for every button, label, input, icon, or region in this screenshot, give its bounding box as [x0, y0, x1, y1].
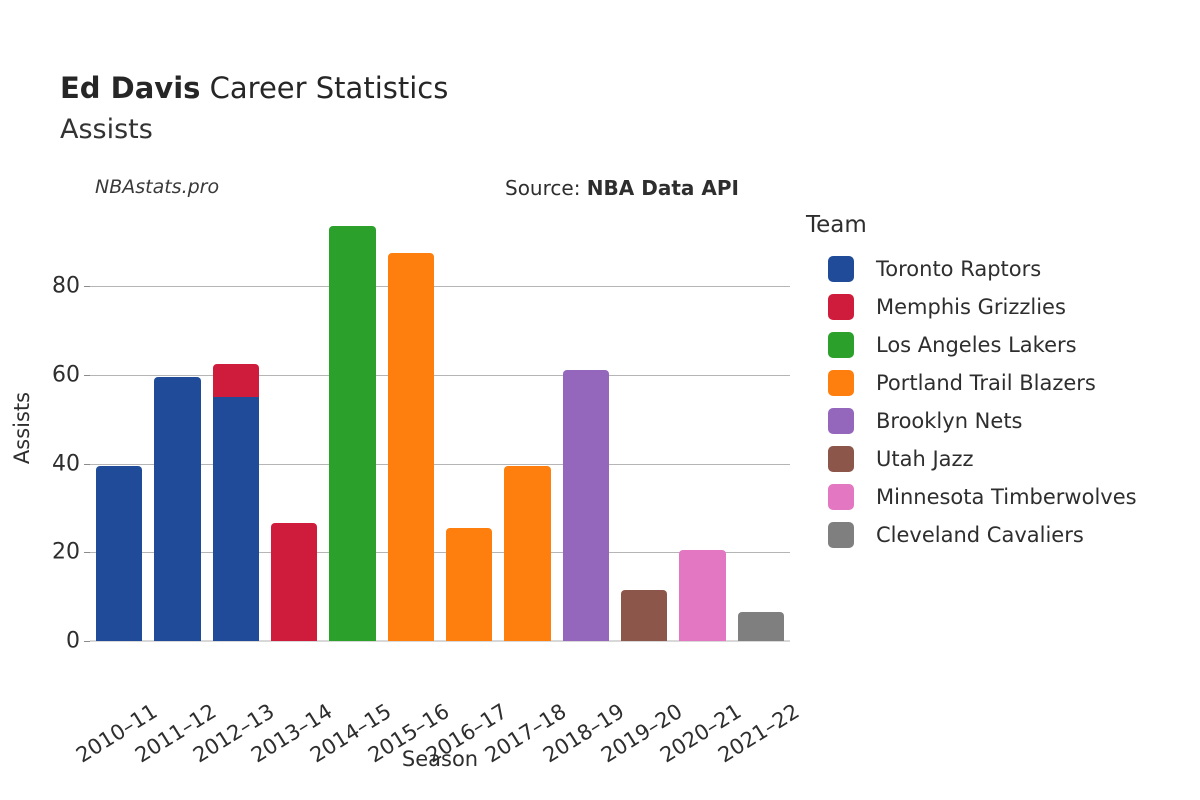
legend-swatch-icon: [828, 522, 854, 548]
bar[interactable]: [329, 226, 376, 641]
legend-item[interactable]: Utah Jazz: [806, 440, 1196, 478]
y-axis-tick: [84, 552, 90, 554]
legend-swatch-icon: [828, 294, 854, 320]
bar-segment[interactable]: [387, 252, 435, 641]
y-axis-tick: [84, 641, 90, 642]
plot-area: Assists 0 20 40 60 80 2010–11 2011–12 2012–13 2…: [10, 215, 803, 767]
legend-items: Toronto Raptors Memphis Grizzlies Los Ange…: [806, 250, 1196, 554]
bar[interactable]: [504, 465, 551, 641]
title-suffix: Career Statistics: [200, 71, 449, 105]
legend-item[interactable]: Los Angeles Lakers: [806, 326, 1196, 364]
legend-item-label: Utah Jazz: [876, 447, 974, 471]
player-name: Ed Davis: [60, 71, 201, 105]
watermark: NBAstats.pro: [95, 176, 220, 198]
source-value: NBA Data API: [586, 176, 739, 200]
bar-segment[interactable]: [154, 376, 201, 641]
y-axis-tick-label: 0: [66, 628, 80, 654]
legend-swatch-icon: [828, 408, 854, 434]
bar[interactable]: [445, 527, 493, 641]
x-axis-title: Season: [401, 747, 479, 771]
legend-item[interactable]: Toronto Raptors: [806, 250, 1196, 288]
bar-segment[interactable]: [679, 550, 726, 641]
legend-item[interactable]: Portland Trail Blazers: [806, 364, 1196, 402]
bar[interactable]: [562, 370, 610, 641]
bar-segment[interactable]: [270, 523, 318, 641]
bar-segment[interactable]: [562, 370, 610, 641]
bar-segment[interactable]: [212, 396, 260, 641]
legend-item[interactable]: Brooklyn Nets: [806, 402, 1196, 440]
legend-item[interactable]: Minnesota Timberwolves: [806, 478, 1196, 516]
bar-segment[interactable]: [504, 465, 551, 641]
y-axis-tick-label: 60: [52, 362, 80, 388]
y-axis-tick: [84, 286, 90, 287]
legend-item-label: Brooklyn Nets: [876, 409, 1023, 433]
legend-item-label: Cleveland Cavaliers: [876, 523, 1084, 547]
bar-segment[interactable]: [737, 612, 785, 641]
y-axis-tick: [84, 463, 90, 465]
source-note: Source: NBA Data API: [505, 176, 739, 200]
legend-item-label: Los Angeles Lakers: [876, 333, 1077, 357]
legend: Team Toronto Raptors Memphis Grizzlies Los…: [806, 212, 1196, 554]
page-title: Ed Davis Career Statistics: [60, 66, 780, 110]
legend-item[interactable]: Cleveland Cavaliers: [806, 516, 1196, 554]
chart-subtitle: Assists: [60, 114, 153, 145]
bar-segment[interactable]: [329, 226, 376, 641]
bar[interactable]: [154, 376, 201, 641]
bar-segment[interactable]: [212, 363, 260, 397]
bar[interactable]: [95, 465, 143, 641]
bar[interactable]: [679, 550, 726, 641]
legend-item-label: Memphis Grizzlies: [876, 295, 1066, 319]
bar-segment[interactable]: [620, 589, 668, 641]
y-axis-tick: [84, 374, 90, 376]
legend-item-label: Toronto Raptors: [876, 257, 1042, 281]
gridline: [90, 286, 790, 287]
legend-swatch-icon: [828, 332, 854, 358]
legend-item[interactable]: Memphis Grizzlies: [806, 288, 1196, 326]
bar[interactable]: [620, 589, 668, 641]
bar[interactable]: [737, 612, 785, 641]
legend-swatch-icon: [828, 484, 854, 510]
bar[interactable]: [387, 252, 435, 641]
legend-title: Team: [806, 212, 867, 238]
legend-swatch-icon: [828, 256, 854, 282]
y-axis-tick-label: 40: [52, 451, 80, 476]
legend-swatch-icon: [828, 446, 854, 472]
y-axis-tick-label: 80: [52, 273, 80, 299]
legend-item-label: Minnesota Timberwolves: [876, 485, 1137, 509]
legend-swatch-icon: [828, 370, 854, 396]
bar-segment[interactable]: [445, 527, 493, 641]
chart-header: Ed Davis Career Statistics Assists: [60, 66, 780, 150]
source-label: Source:: [505, 176, 587, 200]
gridline: [90, 374, 790, 376]
bar[interactable]: [270, 523, 318, 641]
bar-segment[interactable]: [95, 465, 143, 641]
y-axis-tick-label: 20: [52, 539, 80, 565]
legend-item-label: Portland Trail Blazers: [876, 371, 1096, 395]
bar[interactable]: [212, 363, 260, 641]
